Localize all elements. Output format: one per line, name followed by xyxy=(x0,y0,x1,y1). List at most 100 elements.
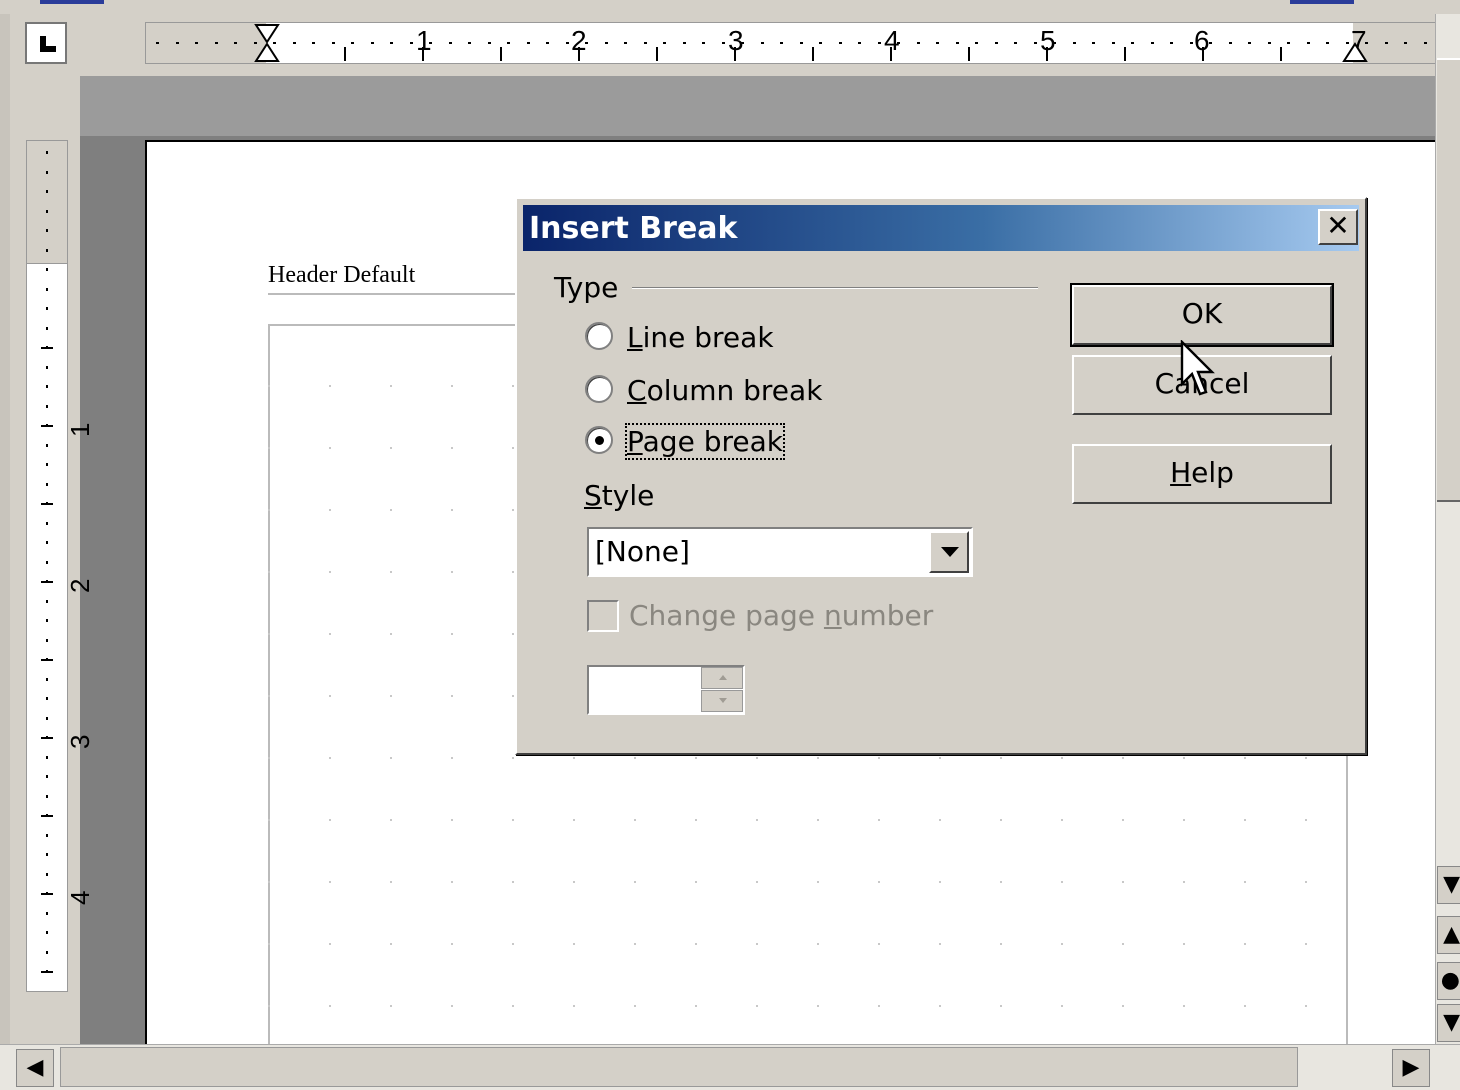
ruler-dot xyxy=(46,365,48,369)
ruler-dot xyxy=(721,42,725,44)
ruler-dot xyxy=(1365,42,1368,44)
page-break-text: age break xyxy=(642,425,783,458)
radio-selected-dot xyxy=(595,436,604,445)
ruler-dot xyxy=(663,42,666,44)
tab-stop-type-button[interactable] xyxy=(25,22,67,64)
ruler-dot xyxy=(897,42,900,44)
line-break-radio[interactable] xyxy=(585,322,613,350)
ruler-tick xyxy=(1280,47,1282,61)
spin-down-icon[interactable] xyxy=(701,690,743,712)
previous-page-button[interactable]: ▲ xyxy=(1437,916,1460,954)
vruler-number: 2 xyxy=(65,578,95,593)
horizontal-scroll-thumb[interactable] xyxy=(60,1047,1298,1087)
ruler-dot xyxy=(936,42,939,44)
change-page-number-checkbox[interactable] xyxy=(587,600,619,632)
vertical-ruler[interactable]: 1 2 3 4 xyxy=(26,140,95,992)
page-break-label[interactable]: Page break xyxy=(625,423,785,460)
grid-dot xyxy=(512,509,514,511)
column-break-radio[interactable] xyxy=(585,375,613,403)
grid-dot xyxy=(695,757,697,759)
ruler-dot xyxy=(46,209,48,213)
grid-dot xyxy=(695,881,697,883)
ok-button[interactable]: OK xyxy=(1070,283,1334,347)
scroll-down-button[interactable]: ▼ xyxy=(1437,866,1460,904)
grid-dot xyxy=(878,881,880,883)
grid-dot xyxy=(573,1005,575,1007)
grid-dot xyxy=(329,385,331,387)
grid-dot xyxy=(939,757,941,759)
ruler-dot xyxy=(234,42,237,44)
grid-dot xyxy=(390,1005,392,1007)
chevron-down-icon[interactable] xyxy=(929,531,969,573)
ruler-tick xyxy=(656,47,658,61)
grid-dot xyxy=(1305,943,1307,945)
ruler-dot xyxy=(46,307,48,310)
help-button[interactable]: Help xyxy=(1072,444,1332,504)
grid-dot xyxy=(451,509,453,511)
grid-dot xyxy=(1122,1005,1124,1007)
grid-dot xyxy=(1061,943,1063,945)
column-break-label[interactable]: Column break xyxy=(627,374,822,407)
type-group-separator xyxy=(632,287,1038,289)
change-page-number-mnemonic: n xyxy=(823,599,842,632)
ruler-dot xyxy=(1306,42,1310,44)
ruler-tick xyxy=(578,47,580,61)
ruler-tick xyxy=(41,581,53,583)
grid-dot xyxy=(390,571,392,573)
column-break-mnemonic: C xyxy=(627,374,647,407)
line-break-label[interactable]: Line break xyxy=(627,321,774,354)
grid-dot xyxy=(329,943,331,945)
ruler-dot xyxy=(46,268,48,271)
next-page-button[interactable]: ▼ xyxy=(1437,1004,1460,1042)
ruler-dot xyxy=(819,42,822,44)
grid-dot xyxy=(756,1005,758,1007)
page-number-spinbox[interactable] xyxy=(587,665,745,715)
scroll-right-button[interactable]: ▶ xyxy=(1392,1049,1430,1087)
ruler-dot xyxy=(390,42,393,44)
style-label: Style xyxy=(584,479,654,512)
grid-dot xyxy=(1244,757,1246,759)
left-indent-marker-icon[interactable] xyxy=(254,23,280,63)
ruler-dot xyxy=(643,42,647,44)
horizontal-ruler[interactable]: 1 2 3 4 5 6 7 xyxy=(145,22,1437,64)
grid-dot xyxy=(451,819,453,821)
ruler-dot xyxy=(975,42,978,44)
ruler-dot xyxy=(1111,42,1115,44)
grid-dot xyxy=(329,695,331,697)
vertical-scroll-thumb[interactable] xyxy=(1437,58,1460,502)
ruler-dot xyxy=(526,42,530,44)
grid-dot xyxy=(756,819,758,821)
header-label: Header Default xyxy=(268,262,416,288)
style-dropdown[interactable]: [None] xyxy=(587,527,973,577)
page-break-radio[interactable] xyxy=(585,426,613,454)
ruler-dot xyxy=(585,42,588,44)
grid-dot xyxy=(573,943,575,945)
toolbar-edge-mark xyxy=(40,0,104,4)
dialog-title-bar[interactable]: Insert Break ✕ xyxy=(523,205,1359,251)
grid-dot xyxy=(878,1005,880,1007)
ruler-dot xyxy=(604,42,608,44)
spin-up-icon[interactable] xyxy=(701,667,743,689)
grid-dot xyxy=(329,633,331,635)
close-button[interactable]: ✕ xyxy=(1318,209,1358,245)
navigator-button[interactable]: ● xyxy=(1437,962,1460,1000)
ruler-dot xyxy=(741,42,744,44)
vertical-scrollbar[interactable]: ▼ ▲ ● ▼ xyxy=(1435,14,1460,1044)
header-underline xyxy=(268,293,528,295)
grid-dot xyxy=(1061,1005,1063,1007)
ruler-dot xyxy=(1209,42,1212,44)
ruler-dot xyxy=(702,42,705,44)
ruler-dot xyxy=(1423,42,1427,44)
ruler-dot xyxy=(46,911,48,915)
ruler-dot xyxy=(1033,42,1037,44)
grid-dot xyxy=(756,881,758,883)
ruler-dot xyxy=(46,677,48,681)
grid-dot xyxy=(390,881,392,883)
grid-dot xyxy=(512,819,514,821)
ruler-dot xyxy=(46,170,48,174)
ruler-dot xyxy=(1326,42,1329,44)
grid-dot xyxy=(329,509,331,511)
horizontal-scrollbar[interactable]: ◀ ▶ xyxy=(0,1044,1460,1090)
grid-dot xyxy=(695,819,697,821)
scroll-left-button[interactable]: ◀ xyxy=(16,1049,54,1087)
